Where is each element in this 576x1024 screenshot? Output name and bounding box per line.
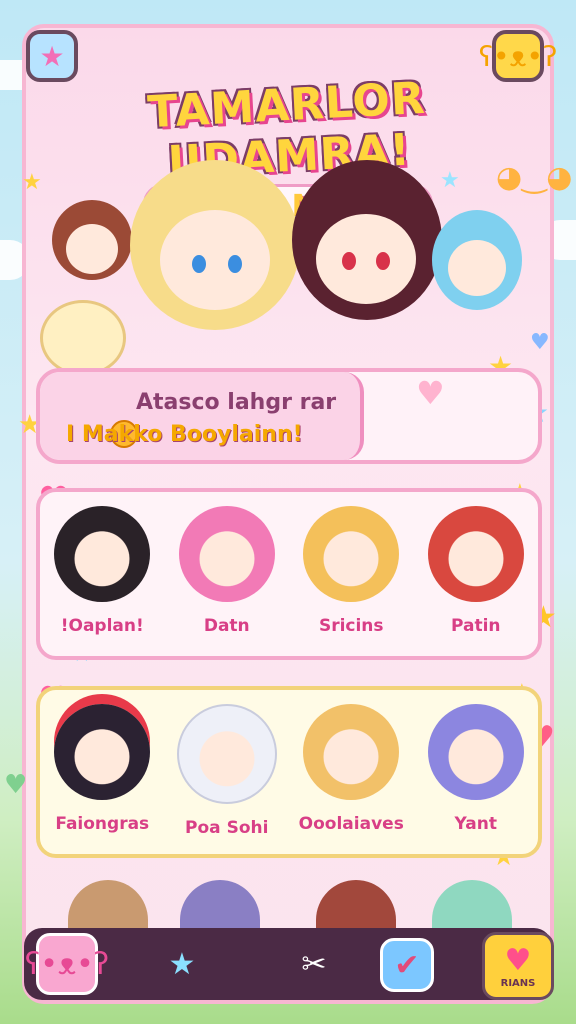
character-tile[interactable]: Faiongras [47, 704, 157, 854]
heart-icon: ♥ [416, 374, 445, 412]
nav-check-button[interactable]: ✔ [380, 938, 434, 992]
blue-hair-bear-girl [432, 210, 522, 310]
character-tile[interactable]: !Oaplan! [47, 506, 157, 656]
character-name: Ooolaiaves [298, 814, 404, 834]
character-grid-row1: !Oaplan! Datn Sricins Patin [36, 488, 542, 660]
character-name: Poa Sohi [185, 818, 269, 838]
character-avatar [303, 506, 400, 602]
heart-icon: ♥ [4, 770, 28, 800]
character-name: Datn [203, 616, 250, 636]
star-icon: ★ [22, 170, 42, 195]
character-avatar [427, 506, 524, 602]
event-banner[interactable]: Atasco lahgr rar I Makko Booylainn! ♥ [36, 368, 542, 464]
scissors-icon: ✂ [301, 946, 327, 982]
character-avatar [178, 506, 275, 602]
character-avatar [54, 704, 151, 800]
banner-line1: Atasco lahgr rar [136, 390, 337, 415]
nav-tools-button[interactable]: ✂ [286, 936, 342, 992]
heart-icon: ♥ [504, 943, 532, 978]
hero-characters [40, 150, 540, 376]
character-avatar [427, 704, 524, 800]
character-name: Yant [454, 814, 497, 834]
character-tile[interactable]: Poa Sohi [172, 704, 282, 854]
blonde-bear-girl [130, 160, 300, 330]
character-name: Faiongras [55, 814, 150, 834]
character-tile[interactable]: Sricins [296, 506, 406, 656]
star-character-icon: ★ [168, 946, 196, 982]
character-avatar [54, 506, 151, 602]
character-avatar [303, 704, 400, 800]
character-avatar [176, 704, 277, 804]
character-name: Sricins [318, 616, 384, 636]
cream-bear-plush [40, 300, 126, 376]
character-name: !Oaplan! [60, 616, 144, 636]
favorites-label: RIANS [500, 978, 536, 989]
character-tile[interactable]: Yant [421, 704, 531, 854]
star-back-icon: ★ [39, 39, 65, 73]
bear-home-icon: ʕ•ᴥ•ʔ [24, 946, 110, 982]
character-tile[interactable]: Ooolaiaves [296, 704, 406, 854]
back-button[interactable]: ★ [26, 30, 78, 82]
character-grid-row2: Faiongras Poa Sohi Ooolaiaves Yant [36, 686, 542, 858]
nav-favorites-button[interactable]: ♥ RIANS [482, 932, 554, 1000]
check-icon: ✔ [394, 947, 420, 983]
dark-hair-bear-girl [292, 160, 442, 320]
nav-home-button[interactable]: ʕ•ᴥ•ʔ [25, 933, 109, 995]
character-name: Patin [450, 616, 501, 636]
bottom-nav: ʕ•ᴥ•ʔ ★ ✂ ✔ ♥ RIANS [24, 928, 554, 1000]
character-tile[interactable]: Datn [172, 506, 282, 656]
brown-bear-girl [52, 200, 132, 280]
nav-star-button[interactable]: ★ [154, 936, 210, 992]
banner-line2: I Makko Booylainn! [66, 422, 303, 447]
banner-text-panel: Atasco lahgr rar I Makko Booylainn! [40, 372, 364, 460]
character-tile[interactable]: Patin [421, 506, 531, 656]
